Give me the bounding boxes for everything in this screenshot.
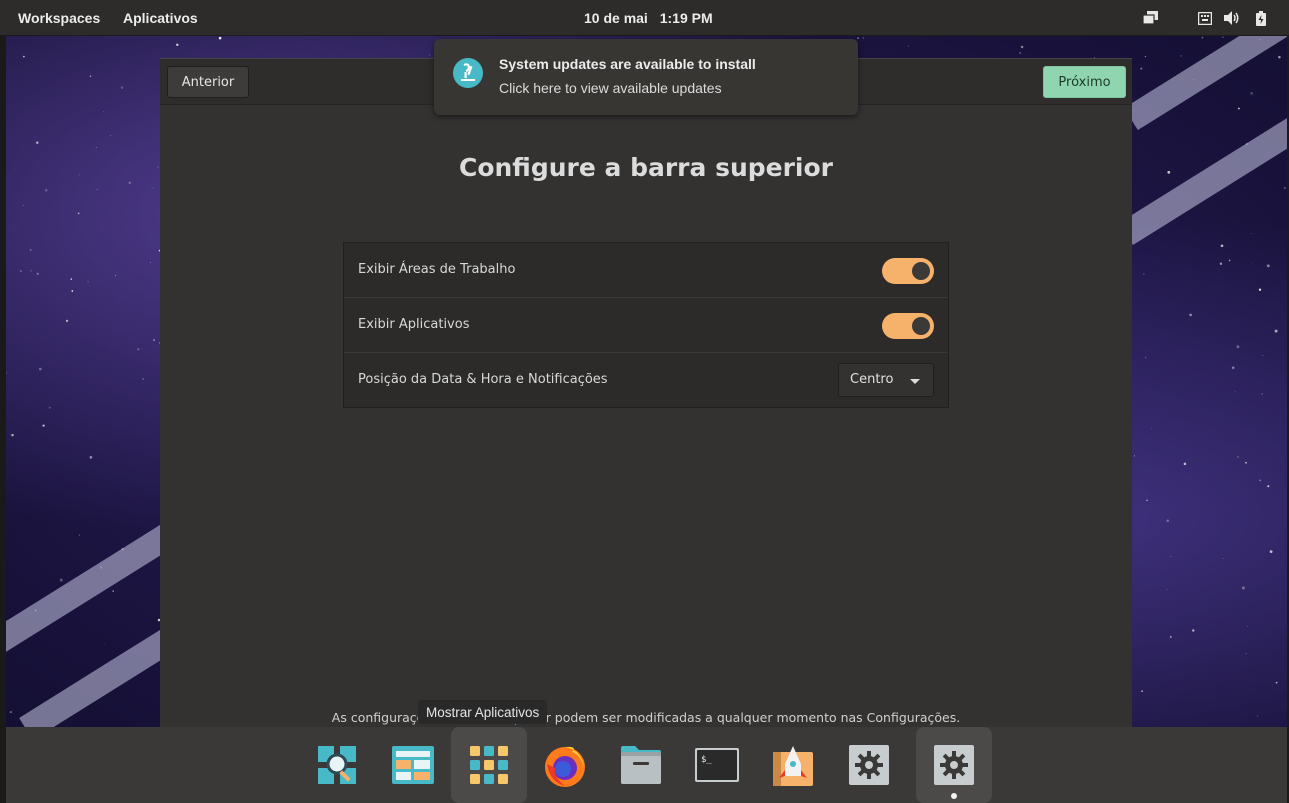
row-show-applications: Exibir Aplicativos	[344, 298, 948, 353]
applications-button[interactable]: Aplicativos	[123, 10, 198, 26]
dropdown-value: Centro	[850, 372, 894, 387]
applications-grid-icon[interactable]	[451, 727, 527, 803]
svg-text:$_: $_	[701, 755, 712, 765]
chevron-down-icon	[910, 379, 920, 384]
toggle-knob	[912, 317, 930, 335]
initial-setup-window: Anterior Próximo Configure a barra super…	[160, 58, 1132, 727]
show-workspaces-toggle[interactable]	[882, 258, 934, 284]
workspaces-icon[interactable]	[375, 727, 451, 803]
next-button[interactable]: Próximo	[1043, 66, 1126, 98]
time-label: 1:19 PM	[659, 10, 713, 26]
notification-title: System updates are available to install	[499, 56, 756, 72]
battery-icon[interactable]	[1252, 9, 1270, 27]
row-label: Posição da Data & Hora e Notificações	[358, 372, 608, 387]
pop-shop-icon	[453, 58, 483, 88]
volume-icon[interactable]	[1223, 9, 1241, 27]
terminal-icon[interactable]: $_	[679, 727, 755, 803]
show-applications-toggle[interactable]	[882, 313, 934, 339]
dock: $_	[6, 727, 1287, 803]
running-indicator	[951, 793, 957, 799]
pop-shop-icon[interactable]	[755, 727, 831, 803]
row-label: Exibir Aplicativos	[358, 317, 470, 332]
clock-position-dropdown[interactable]: Centro	[838, 363, 934, 397]
keyboard-icon[interactable]	[1196, 9, 1214, 27]
date-time-button[interactable]: 10 de mai 1:19 PM	[584, 10, 713, 26]
notification-body: Click here to view available updates	[499, 80, 722, 96]
previous-button[interactable]: Anterior	[167, 66, 249, 98]
row-label: Exibir Áreas de Trabalho	[358, 262, 516, 277]
workspaces-button[interactable]: Workspaces	[18, 10, 100, 26]
footnote: As configurações da barra superior podem…	[331, 710, 961, 725]
search-launcher-icon[interactable]	[299, 727, 375, 803]
row-clock-position: Posição da Data & Hora e Notificações Ce…	[344, 353, 948, 408]
date-label: 10 de mai	[584, 10, 648, 26]
settings-icon[interactable]	[831, 727, 907, 803]
firefox-icon[interactable]	[527, 727, 603, 803]
initial-setup-icon[interactable]	[916, 727, 992, 803]
files-icon[interactable]	[603, 727, 679, 803]
page-title: Configure a barra superior	[458, 153, 834, 182]
row-show-workspaces: Exibir Áreas de Trabalho	[344, 243, 948, 298]
dock-tooltip: Mostrar Aplicativos	[418, 700, 548, 724]
top-panel: Workspaces Aplicativos 10 de mai 1:19 PM	[0, 0, 1289, 36]
network-icon[interactable]	[1142, 9, 1160, 27]
toggle-knob	[912, 262, 930, 280]
update-notification[interactable]: System updates are available to install …	[434, 39, 858, 115]
settings-list: Exibir Áreas de Trabalho Exibir Aplicati…	[343, 242, 949, 408]
